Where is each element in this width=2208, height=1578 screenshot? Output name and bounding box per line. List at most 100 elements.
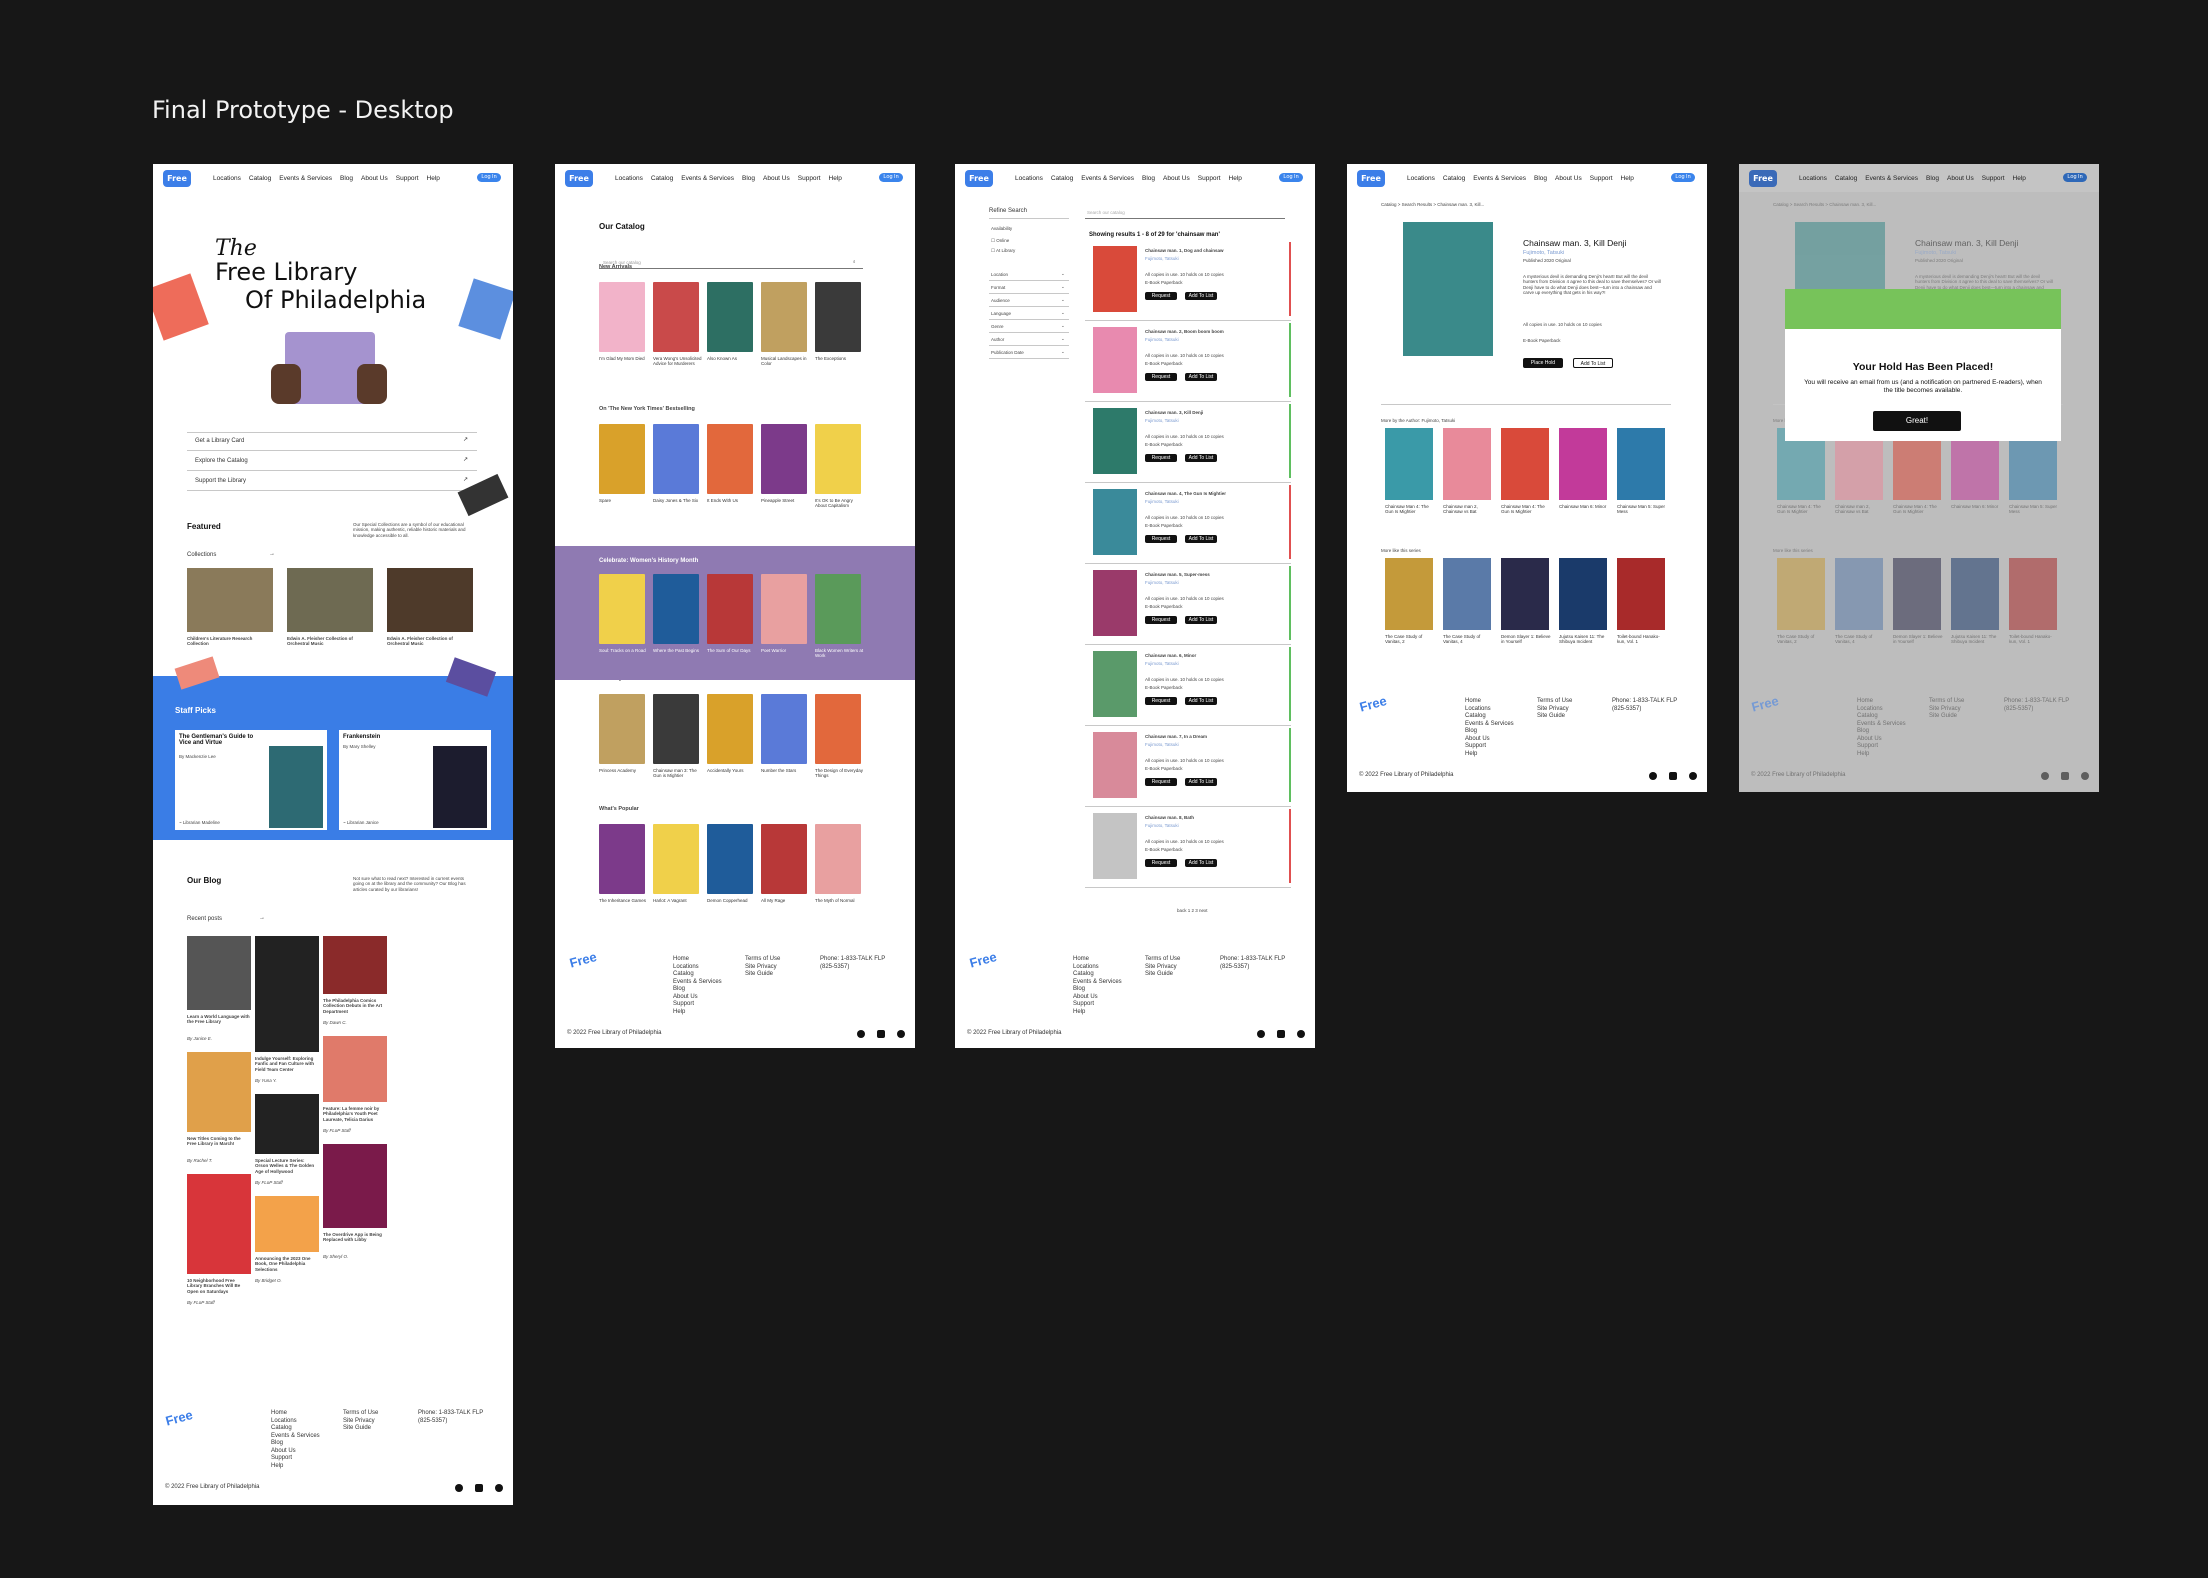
footer-legal-link[interactable]: Terms of Use (1929, 698, 1964, 706)
request-button[interactable]: Request (1145, 535, 1177, 543)
facebook-icon[interactable] (1689, 772, 1697, 780)
footer-link[interactable]: Home (271, 1410, 320, 1418)
book-cover[interactable] (707, 694, 753, 764)
series-book-cover[interactable] (2009, 558, 2057, 630)
footer-link[interactable]: Catalog (1857, 713, 1906, 721)
chevron-down-icon[interactable]: ⌄ (1061, 323, 1065, 328)
add-to-list-button[interactable]: Add To List (1185, 373, 1217, 381)
series-book-title[interactable]: Jujutsu Kaisen 11: The Shibuya Incident (1951, 634, 2001, 645)
footer-link[interactable]: About Us (1465, 736, 1514, 744)
nav-link[interactable]: Locations (1407, 175, 1435, 182)
author-book-title[interactable]: Chainsaw Man 4: The Gun Is Mightier (1893, 504, 1943, 515)
footer-legal-link[interactable]: Site Guide (1537, 713, 1572, 721)
checkbox-online[interactable]: ☐ Online (991, 238, 1009, 243)
login-button[interactable]: Log In (1671, 173, 1695, 182)
detail-author[interactable]: Fujimoto, Tatsuki (1523, 250, 1564, 257)
request-button[interactable]: Request (1145, 778, 1177, 786)
login-button[interactable]: Log In (879, 173, 903, 182)
series-book-title[interactable]: Jujutsu Kaisen 11: The Shibuya Incident (1559, 634, 1609, 645)
result-cover[interactable] (1093, 570, 1137, 636)
footer-link[interactable]: Home (1073, 956, 1122, 964)
footer-link[interactable]: Events & Services (673, 979, 722, 987)
nav-link[interactable]: Catalog (1835, 175, 1857, 182)
book-cover[interactable] (761, 282, 807, 352)
footer-link[interactable]: Events & Services (271, 1433, 320, 1441)
blog-post-title[interactable]: Announcing the 2023 One Book, One Philad… (255, 1256, 319, 1272)
footer-link[interactable]: Events & Services (1073, 979, 1122, 987)
series-book-title[interactable]: Toilet-bound Hanako-kun, Vol. 1 (2009, 634, 2059, 645)
footer-legal-link[interactable]: Site Privacy (1929, 706, 1964, 714)
series-book-title[interactable]: The Case Study of Vanitas, 2 (1777, 634, 1827, 645)
add-to-list-button[interactable]: Add To List (1185, 859, 1217, 867)
blog-post-image[interactable] (323, 936, 387, 994)
book-cover[interactable] (653, 694, 699, 764)
nav-link[interactable]: Events & Services (279, 175, 332, 182)
login-button[interactable]: Log In (1279, 173, 1303, 182)
book-title[interactable]: It Ends With Us (707, 498, 757, 503)
blog-post-title[interactable]: 10 Neighborhood Free Library Branches Wi… (187, 1278, 251, 1294)
twitter-icon[interactable] (2041, 772, 2049, 780)
book-title[interactable]: Accidentally Yours (707, 768, 757, 773)
footer-link[interactable]: Help (1465, 751, 1514, 759)
footer-link[interactable]: Help (673, 1009, 722, 1017)
footer-link[interactable]: Locations (1073, 964, 1122, 972)
footer-link[interactable]: Help (271, 1463, 320, 1471)
book-title[interactable]: Vera Wong's Unsolicited Advice for Murde… (653, 356, 703, 367)
book-title[interactable]: Soul: Tracks on a Road (599, 648, 649, 653)
result-author[interactable]: Fujimoto, Tatsuki (1145, 418, 1179, 423)
breadcrumb[interactable]: Catalog > Search Results > Chainsaw man.… (1773, 202, 1876, 207)
footer-link[interactable]: About Us (673, 994, 722, 1002)
footer-link[interactable]: Support (673, 1001, 722, 1009)
nav-link[interactable]: Catalog (1051, 175, 1073, 182)
staff-pick-card[interactable]: The Gentleman's Guide to Vice and Virtue… (175, 730, 327, 830)
book-title[interactable]: It's OK to Be Angry About Capitalism (815, 498, 865, 509)
request-button[interactable]: Request (1145, 697, 1177, 705)
footer-logo[interactable]: Free (968, 945, 1018, 985)
library-logo[interactable]: Free (1357, 170, 1385, 187)
footer-link[interactable]: Blog (271, 1440, 320, 1448)
result-cover[interactable] (1093, 408, 1137, 474)
nav-link[interactable]: Blog (1534, 175, 1547, 182)
author-book-title[interactable]: Chainsaw Man 4: The Gun Is Mightier (1501, 504, 1551, 515)
footer-link[interactable]: Catalog (271, 1425, 320, 1433)
blog-post-title[interactable]: The Overdrive App is Being Replaced with… (323, 1232, 387, 1243)
instagram-icon[interactable] (2061, 772, 2069, 780)
instagram-icon[interactable] (1669, 772, 1677, 780)
library-logo[interactable]: Free (163, 170, 191, 187)
result-author[interactable]: Fujimoto, Tatsuki (1145, 823, 1179, 828)
book-title[interactable]: Where the Past Begins (653, 648, 703, 653)
footer-link[interactable]: Home (1857, 698, 1906, 706)
footer-link[interactable]: About Us (271, 1448, 320, 1456)
result-author[interactable]: Fujimoto, Tatsuki (1145, 661, 1179, 666)
footer-legal-link[interactable]: Terms of Use (1537, 698, 1572, 706)
nav-link[interactable]: About Us (361, 175, 388, 182)
facebook-icon[interactable] (495, 1484, 503, 1492)
nav-link[interactable]: Support (1982, 175, 2005, 182)
book-title[interactable]: Spare (599, 498, 649, 503)
result-author[interactable]: Fujimoto, Tatsuki (1145, 580, 1179, 585)
result-author[interactable]: Fujimoto, Tatsuki (1145, 337, 1179, 342)
author-book-title[interactable]: Chainsaw Man 5: Super Mess (1617, 504, 1667, 515)
login-button[interactable]: Log In (2063, 173, 2087, 182)
footer-link[interactable]: Support (271, 1455, 320, 1463)
result-cover[interactable] (1093, 651, 1137, 717)
footer-legal-link[interactable]: Site Privacy (1145, 964, 1180, 972)
chevron-down-icon[interactable]: ⌄ (1061, 310, 1065, 315)
nav-link[interactable]: About Us (1555, 175, 1582, 182)
footer-legal-link[interactable]: Terms of Use (343, 1410, 378, 1418)
request-button[interactable]: Request (1145, 616, 1177, 624)
result-author[interactable]: Fujimoto, Tatsuki (1145, 742, 1179, 747)
phone-number[interactable]: Phone: 1-833-TALK FLP (2004, 698, 2069, 706)
footer-legal-link[interactable]: Site Guide (745, 971, 780, 979)
book-cover[interactable] (599, 824, 645, 894)
blog-post-title[interactable]: Learn a World Language with the Free Lib… (187, 1014, 251, 1025)
result-cover[interactable] (1093, 327, 1137, 393)
series-book-cover[interactable] (1951, 558, 1999, 630)
book-cover[interactable] (599, 282, 645, 352)
author-book-title[interactable]: Chainsaw man 2, Chainsaw vs Bat (1443, 504, 1493, 515)
nav-link[interactable]: Events & Services (681, 175, 734, 182)
author-book-title[interactable]: Chainsaw Man 6: Minor (1951, 504, 2001, 509)
twitter-icon[interactable] (1257, 1030, 1265, 1038)
book-cover[interactable] (761, 424, 807, 494)
add-to-list-button[interactable]: Add To List (1185, 535, 1217, 543)
